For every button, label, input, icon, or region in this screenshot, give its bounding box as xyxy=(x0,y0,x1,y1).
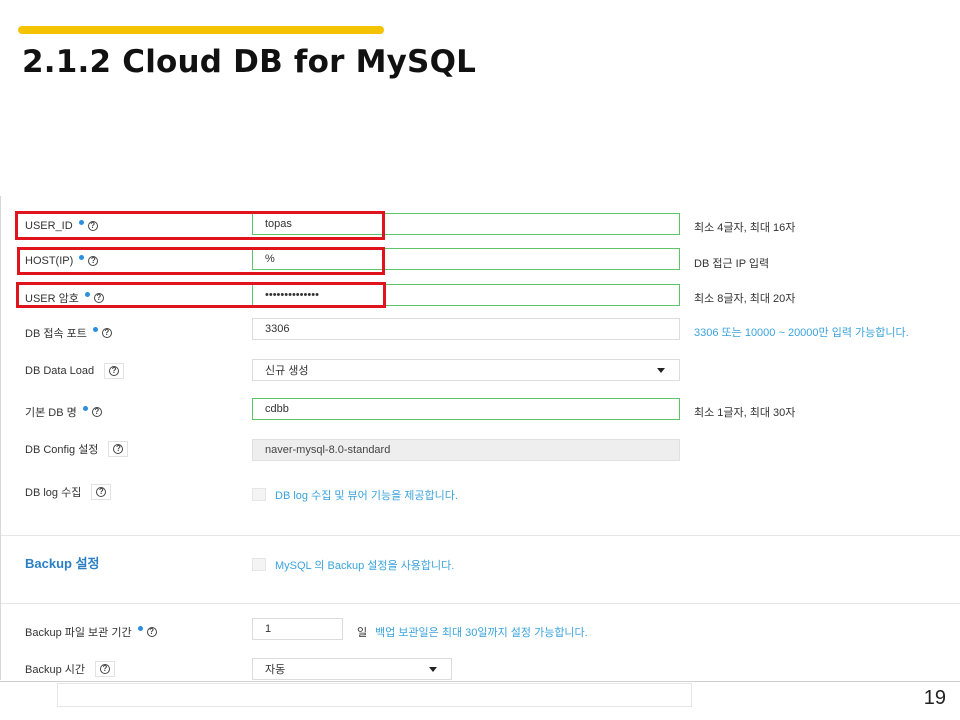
highlight-box-user-id xyxy=(15,211,385,240)
backup-time-select[interactable]: 자동 xyxy=(252,658,452,680)
question-circle-icon[interactable]: ? xyxy=(146,627,157,637)
question-circle-icon[interactable]: ? xyxy=(96,487,107,497)
db-log-checkbox-label: DB log 수집 및 뷰어 기능을 제공합니다. xyxy=(275,490,458,502)
title-accent-bar xyxy=(18,26,384,34)
db-name-input[interactable]: cdbb xyxy=(252,398,680,420)
caret-down-icon xyxy=(429,667,437,672)
highlight-box-host xyxy=(17,247,385,275)
divider xyxy=(1,535,960,536)
highlight-box-password xyxy=(16,282,386,308)
backup-retention-input[interactable]: 1 xyxy=(252,618,343,640)
required-dot xyxy=(137,625,143,631)
cropped-field xyxy=(57,683,692,707)
db-name-label: 기본 DB 명 ? xyxy=(25,404,102,420)
question-circle-icon[interactable]: ? xyxy=(113,444,124,454)
port-label: DB 접속 포트 ? xyxy=(25,325,112,341)
required-dot xyxy=(82,405,88,411)
db-log-checkbox[interactable] xyxy=(252,488,266,501)
password-hint: 최소 8글자, 최대 20자 xyxy=(694,293,796,305)
question-circle-icon[interactable]: ? xyxy=(91,407,102,417)
user-id-hint: 최소 4글자, 최대 16자 xyxy=(694,222,796,234)
question-circle-icon[interactable]: ? xyxy=(109,366,120,376)
port-input[interactable]: 3306 xyxy=(252,318,680,340)
backup-retention-label: Backup 파일 보관 기간 ? xyxy=(25,624,157,640)
backup-checkbox-label: MySQL 의 Backup 설정을 사용합니다. xyxy=(275,560,455,572)
footer-divider xyxy=(0,681,960,682)
question-circle-icon[interactable]: ? xyxy=(100,664,110,674)
backup-time-label: Backup 시간 ? xyxy=(25,661,115,677)
data-load-label: DB Data Load ? xyxy=(25,363,125,379)
divider xyxy=(1,603,960,604)
page-number: 19 xyxy=(923,687,946,709)
required-dot xyxy=(92,326,98,332)
db-log-label: DB log 수집 ? xyxy=(25,484,112,500)
caret-down-icon xyxy=(657,368,665,373)
cloud-db-form-screenshot: USER_ID ? topas 최소 4글자, 최대 16자 HOST(IP) … xyxy=(0,196,960,680)
slide-title: 2.1.2 Cloud DB for MySQL xyxy=(22,44,477,80)
db-name-hint: 최소 1글자, 최대 30자 xyxy=(694,407,796,419)
backup-retention-hint: 백업 보관일은 최대 30일까지 설정 가능합니다. xyxy=(375,627,588,639)
db-config-field: naver-mysql-8.0-standard xyxy=(252,439,680,461)
data-load-select[interactable]: 신규 생성 xyxy=(252,359,680,381)
port-hint: 3306 또는 10000 ~ 20000만 입력 가능합니다. xyxy=(694,327,909,339)
question-circle-icon[interactable]: ? xyxy=(101,328,112,338)
db-config-label: DB Config 설정 ? xyxy=(25,441,129,457)
backup-retention-unit: 일 xyxy=(357,627,368,639)
backup-checkbox[interactable] xyxy=(252,558,266,571)
host-hint: DB 접근 IP 입력 xyxy=(694,258,770,270)
backup-section-title: Backup 설정 xyxy=(25,556,100,571)
